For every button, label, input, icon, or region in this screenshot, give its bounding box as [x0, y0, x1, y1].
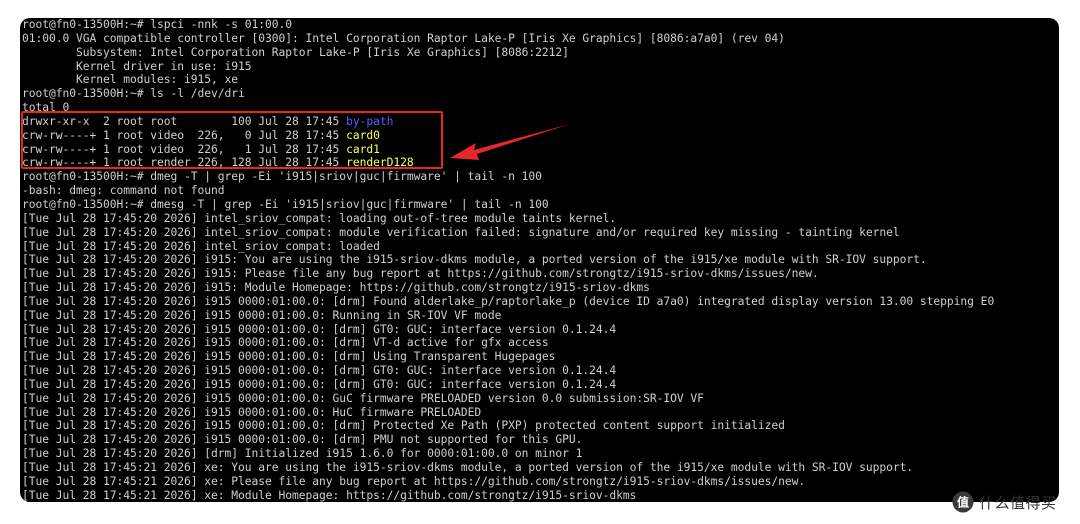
- terminal-text: root@fn0-13500H:~# ls -l /dev/dri: [22, 87, 245, 101]
- terminal-output: root@fn0-13500H:~# lspci -nnk -s 01:00.0…: [22, 18, 994, 502]
- terminal-text: [Tue Jul 28 17:45:21 2026] xe: Module Ho…: [22, 488, 637, 502]
- terminal-line: -bash: dmeg: command not found: [22, 184, 994, 198]
- terminal-text: [Tue Jul 28 17:45:20 2026] i915: Module …: [22, 281, 650, 295]
- terminal-text: root@fn0-13500H:~# dmesg -T | grep -Ei '…: [22, 197, 549, 211]
- terminal-text: root@fn0-13500H:~# dmeg -T | grep -Ei 'i…: [22, 170, 542, 184]
- terminal-line: Kernel modules: i915, xe: [22, 73, 994, 87]
- terminal-line: root@fn0-13500H:~# ls -l /dev/dri: [22, 87, 994, 101]
- terminal-line: [Tue Jul 28 17:45:20 2026] i915 0000:01:…: [22, 350, 994, 364]
- terminal-line: [Tue Jul 28 17:45:20 2026] intel_sriov_c…: [22, 212, 994, 226]
- terminal-text: -bash: dmeg: command not found: [22, 184, 225, 198]
- annotation-arrow-icon: [450, 124, 570, 160]
- terminal-line: [Tue Jul 28 17:45:20 2026] i915 0000:01:…: [22, 433, 994, 447]
- terminal-line: Subsystem: Intel Corporation Raptor Lake…: [22, 46, 994, 60]
- terminal-line: [Tue Jul 28 17:45:21 2026] xe: Module Ho…: [22, 489, 994, 502]
- terminal-text: [Tue Jul 28 17:45:20 2026] intel_sriov_c…: [22, 239, 380, 253]
- watermark: 值 什么值得买: [952, 490, 1057, 514]
- terminal-text: Subsystem: Intel Corporation Raptor Lake…: [22, 45, 569, 59]
- terminal-text: [Tue Jul 28 17:45:20 2026] i915 0000:01:…: [22, 433, 583, 447]
- terminal-text: [Tue Jul 28 17:45:20 2026] i915 0000:01:…: [22, 294, 995, 308]
- terminal-line: root@fn0-13500H:~# lspci -nnk -s 01:00.0: [22, 18, 994, 32]
- terminal-text: [Tue Jul 28 17:45:20 2026] intel_sriov_c…: [22, 211, 617, 225]
- terminal-text: [Tue Jul 28 17:45:20 2026] i915 0000:01:…: [22, 364, 617, 378]
- terminal-line: [Tue Jul 28 17:45:20 2026] i915 0000:01:…: [22, 378, 994, 392]
- terminal-text: [Tue Jul 28 17:45:20 2026] [drm] Initial…: [22, 447, 583, 461]
- terminal-line: [Tue Jul 28 17:45:20 2026] i915 0000:01:…: [22, 336, 994, 350]
- terminal-line: [Tue Jul 28 17:45:20 2026] i915 0000:01:…: [22, 323, 994, 337]
- terminal-text: [Tue Jul 28 17:45:20 2026] i915 0000:01:…: [22, 336, 549, 350]
- watermark-text: 什么值得买: [979, 493, 1057, 512]
- terminal-text: [Tue Jul 28 17:45:20 2026] i915 0000:01:…: [22, 322, 617, 336]
- terminal-text: Kernel driver in use: i915: [22, 59, 252, 73]
- terminal-text: [Tue Jul 28 17:45:20 2026] i915 0000:01:…: [22, 350, 556, 364]
- terminal-text: Kernel modules: i915, xe: [22, 73, 239, 87]
- terminal-line: [Tue Jul 28 17:45:20 2026] [drm] Initial…: [22, 447, 994, 461]
- terminal-text: [Tue Jul 28 17:45:20 2026] i915 0000:01:…: [22, 391, 704, 405]
- terminal-line: [Tue Jul 28 17:45:20 2026] i915 0000:01:…: [22, 295, 994, 309]
- annotation-highlight-box: [21, 111, 443, 169]
- terminal-line: [Tue Jul 28 17:45:20 2026] i915 0000:01:…: [22, 392, 994, 406]
- terminal-text: [Tue Jul 28 17:45:20 2026] i915: You are…: [22, 253, 927, 267]
- terminal-text: [Tue Jul 28 17:45:20 2026] i915 0000:01:…: [22, 308, 502, 322]
- terminal-line: root@fn0-13500H:~# dmeg -T | grep -Ei 'i…: [22, 170, 994, 184]
- terminal-text: [Tue Jul 28 17:45:20 2026] i915 0000:01:…: [22, 405, 482, 419]
- terminal-line: [Tue Jul 28 17:45:20 2026] i915 0000:01:…: [22, 309, 994, 323]
- terminal-text: [Tue Jul 28 17:45:21 2026] xe: You are u…: [22, 461, 914, 474]
- terminal-line: [Tue Jul 28 17:45:20 2026] intel_sriov_c…: [22, 240, 994, 254]
- terminal-line: [Tue Jul 28 17:45:20 2026] i915 0000:01:…: [22, 406, 994, 420]
- terminal-line: 01:00.0 VGA compatible controller [0300]…: [22, 32, 994, 46]
- terminal-line: [Tue Jul 28 17:45:20 2026] intel_sriov_c…: [22, 226, 994, 240]
- terminal-text: [Tue Jul 28 17:45:20 2026] i915: Please …: [22, 267, 819, 281]
- smzdm-logo-icon: 值: [952, 491, 974, 513]
- terminal-text: 01:00.0 VGA compatible controller [0300]…: [22, 31, 785, 45]
- terminal-line: [Tue Jul 28 17:45:20 2026] i915 0000:01:…: [22, 364, 994, 378]
- terminal-line: root@fn0-13500H:~# dmesg -T | grep -Ei '…: [22, 198, 994, 212]
- terminal-text: [Tue Jul 28 17:45:20 2026] i915 0000:01:…: [22, 419, 785, 433]
- terminal-line: [Tue Jul 28 17:45:21 2026] xe: Please fi…: [22, 475, 994, 489]
- terminal-window[interactable]: root@fn0-13500H:~# lspci -nnk -s 01:00.0…: [20, 18, 1059, 502]
- terminal-line: [Tue Jul 28 17:45:20 2026] i915: Please …: [22, 267, 994, 281]
- terminal-text: [Tue Jul 28 17:45:21 2026] xe: Please fi…: [22, 474, 806, 488]
- terminal-text: [Tue Jul 28 17:45:20 2026] i915 0000:01:…: [22, 377, 617, 391]
- terminal-text: root@fn0-13500H:~# lspci -nnk -s 01:00.0: [22, 18, 293, 31]
- terminal-line: Kernel driver in use: i915: [22, 60, 994, 74]
- watermark-logo-text: 值: [957, 495, 969, 510]
- terminal-line: [Tue Jul 28 17:45:21 2026] xe: You are u…: [22, 461, 994, 475]
- terminal-line: [Tue Jul 28 17:45:20 2026] i915: You are…: [22, 253, 994, 267]
- terminal-text: [Tue Jul 28 17:45:20 2026] intel_sriov_c…: [22, 225, 900, 239]
- terminal-line: [Tue Jul 28 17:45:20 2026] i915 0000:01:…: [22, 419, 994, 433]
- terminal-line: [Tue Jul 28 17:45:20 2026] i915: Module …: [22, 281, 994, 295]
